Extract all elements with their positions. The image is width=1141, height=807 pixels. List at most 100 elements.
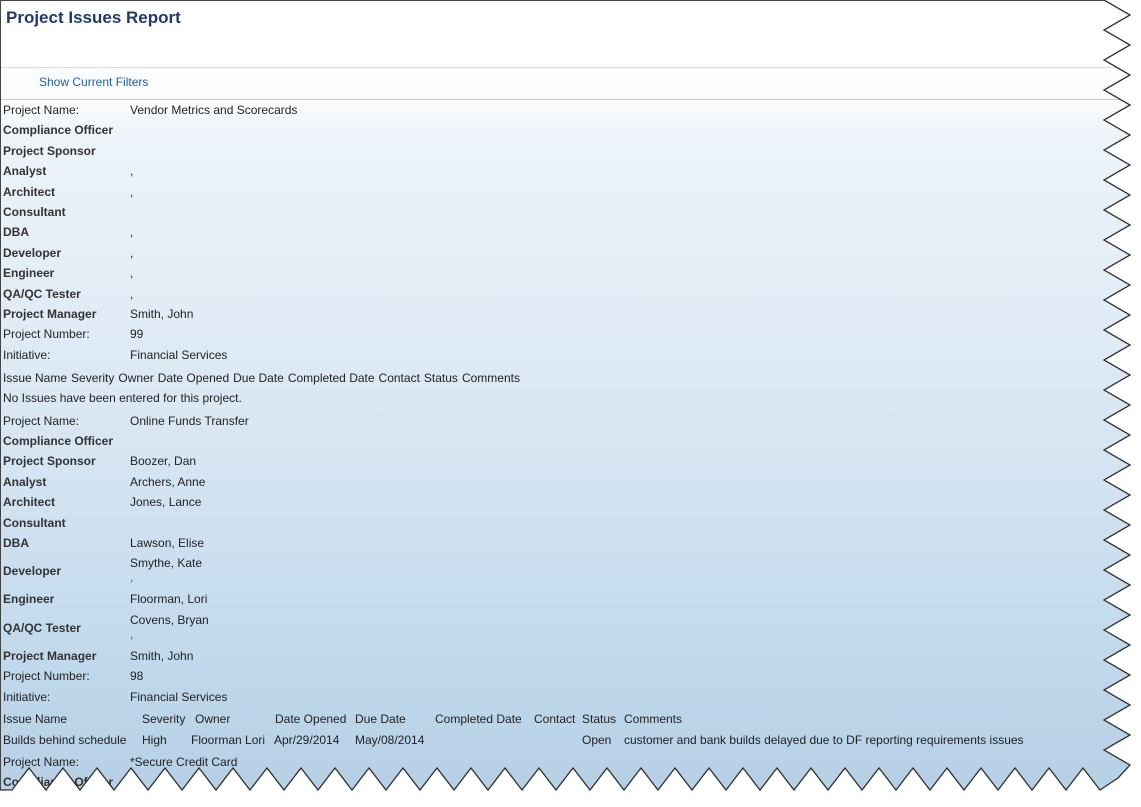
initiative-row: Initiative: Financial Services (3, 690, 524, 712)
compliance-officer-row: Compliance Officer (3, 775, 524, 795)
compliance-officer-label: Compliance Officer (3, 774, 114, 789)
project-name-value: Online Funds Transfer (130, 413, 249, 428)
project-number-value: 99 (130, 327, 144, 342)
show-current-filters-link[interactable]: Show Current Filters (39, 75, 148, 89)
project-name-row: Project Name: *Secure Credit Card (3, 755, 524, 775)
analyst-label: Analyst (3, 164, 47, 179)
project-name-row: Project Name: Vendor Metrics and Scoreca… (3, 103, 524, 123)
developer-value: , (130, 245, 134, 260)
engineer-label: Engineer (3, 266, 55, 281)
project-name-label: Project Name: (3, 413, 80, 428)
engineer-row: Engineer Floorman, Lori (3, 592, 524, 612)
analyst-label: Analyst (3, 474, 47, 489)
project-block: Project Name: *Secure Credit Card Compli… (3, 755, 524, 796)
status-cell: Open (582, 732, 612, 747)
architect-value: Jones, Lance (130, 495, 202, 510)
report-page: Project Issues Report Show Current Filte… (0, 0, 1141, 807)
architect-row: Architect Jones, Lance (3, 495, 524, 515)
engineer-value: Floorman, Lori (130, 592, 208, 607)
due-date-cell: May/08/2014 (355, 732, 425, 747)
issue-row: Builds behind schedule High Floorman Lor… (3, 732, 1024, 755)
severity-header: Severity (71, 370, 115, 385)
developer-label: Developer (3, 564, 62, 579)
status-header: Status (423, 370, 458, 385)
issue-name-header: Issue Name (3, 370, 68, 385)
consultant-label: Consultant (3, 515, 66, 530)
project-number-value: 98 (130, 669, 144, 684)
consultant-row: Consultant (3, 516, 524, 536)
engineer-value: , (130, 266, 134, 281)
compliance-officer-row: Compliance Officer (3, 434, 524, 454)
project-manager-row: Project Manager Smith, John (3, 649, 524, 669)
project-name-value: *Secure Credit Card (130, 754, 238, 769)
engineer-row: Engineer , (3, 266, 524, 286)
comments-header: Comments (461, 370, 520, 385)
contact-header: Contact (534, 711, 576, 726)
initiative-value: Financial Services (130, 689, 228, 704)
qa-tester-name: Covens, Bryan (130, 612, 209, 627)
project-number-row: Project Number: 98 (3, 669, 524, 689)
compliance-officer-label: Compliance Officer (3, 434, 114, 449)
developer-value: Smythe, Kate , (130, 556, 202, 584)
date-opened-header: Date Opened (157, 370, 230, 385)
project-manager-label: Project Manager (3, 648, 97, 663)
qa-tester-value: Covens, Bryan , (130, 613, 209, 641)
filter-bar: Show Current Filters (0, 67, 1120, 100)
project-sponsor-label: Project Sponsor (3, 454, 96, 469)
analyst-value: , (130, 164, 134, 179)
page-title: Project Issues Report (6, 8, 181, 27)
project-block: Project Name: Vendor Metrics and Scoreca… (3, 103, 524, 414)
due-date-header: Due Date (355, 711, 406, 726)
dba-value: , (130, 225, 134, 240)
dba-label: DBA (3, 536, 29, 551)
qa-tester-extra: , (130, 626, 134, 641)
project-name-label: Project Name: (3, 103, 80, 117)
completed-date-header: Completed Date (287, 370, 375, 385)
issues-header: Issue Name Severity Owner Date Opened Du… (3, 711, 682, 733)
consultant-row: Consultant (3, 205, 524, 225)
project-sponsor-value: Boozer, Dan (130, 454, 197, 469)
report-content: Project Name: Vendor Metrics and Scoreca… (3, 103, 1024, 796)
analyst-row: Analyst , (3, 164, 524, 184)
project-name-label: Project Name: (3, 754, 80, 769)
severity-header: Severity (142, 711, 186, 726)
owner-header: Owner (118, 370, 154, 385)
initiative-label: Initiative: (3, 689, 51, 704)
developer-label: Developer (3, 245, 62, 260)
compliance-officer-row: Compliance Officer (3, 123, 524, 143)
initiative-label: Initiative: (3, 347, 51, 362)
qa-tester-row: QA/QC Tester Covens, Bryan , (3, 613, 524, 649)
date-opened-cell: Apr/29/2014 (274, 732, 340, 747)
completed-date-header: Completed Date (435, 711, 522, 726)
project-manager-row: Project Manager Smith, John (3, 307, 524, 327)
dba-value: Lawson, Elise (130, 536, 205, 551)
severity-cell: High (142, 732, 167, 747)
comments-header: Comments (624, 711, 683, 726)
dba-label: DBA (3, 225, 29, 240)
architect-value: , (130, 184, 134, 199)
project-block: Project Name: Online Funds Transfer Comp… (3, 414, 1024, 755)
developer-row: Developer , (3, 246, 524, 266)
issue-name-header: Issue Name (3, 711, 68, 726)
qa-tester-label: QA/QC Tester (3, 620, 81, 635)
project-name-row: Project Name: Online Funds Transfer (3, 414, 524, 434)
qa-tester-row: QA/QC Tester , (3, 287, 524, 307)
comments-cell: customer and bank builds delayed due to … (624, 732, 1024, 747)
dba-row: DBA Lawson, Elise (3, 536, 524, 556)
consultant-label: Consultant (3, 204, 66, 219)
architect-row: Architect , (3, 185, 524, 205)
contact-header: Contact (378, 370, 420, 385)
project-number-label: Project Number: (3, 669, 90, 684)
qa-tester-label: QA/QC Tester (3, 286, 81, 301)
owner-header: Owner (195, 711, 231, 726)
developer-extra: , (130, 570, 134, 585)
dba-row: DBA , (3, 225, 524, 245)
project-sponsor-label: Project Sponsor (3, 143, 96, 158)
issues-header: Issue Name Severity Owner Date Opened Due Da… (3, 371, 524, 391)
project-manager-label: Project Manager (3, 306, 97, 321)
owner-cell: Floorman Lori (191, 732, 266, 747)
compliance-officer-label: Compliance Officer (3, 123, 114, 138)
engineer-label: Engineer (3, 592, 55, 607)
status-header: Status (582, 711, 617, 726)
developer-row: Developer Smythe, Kate , (3, 556, 524, 592)
